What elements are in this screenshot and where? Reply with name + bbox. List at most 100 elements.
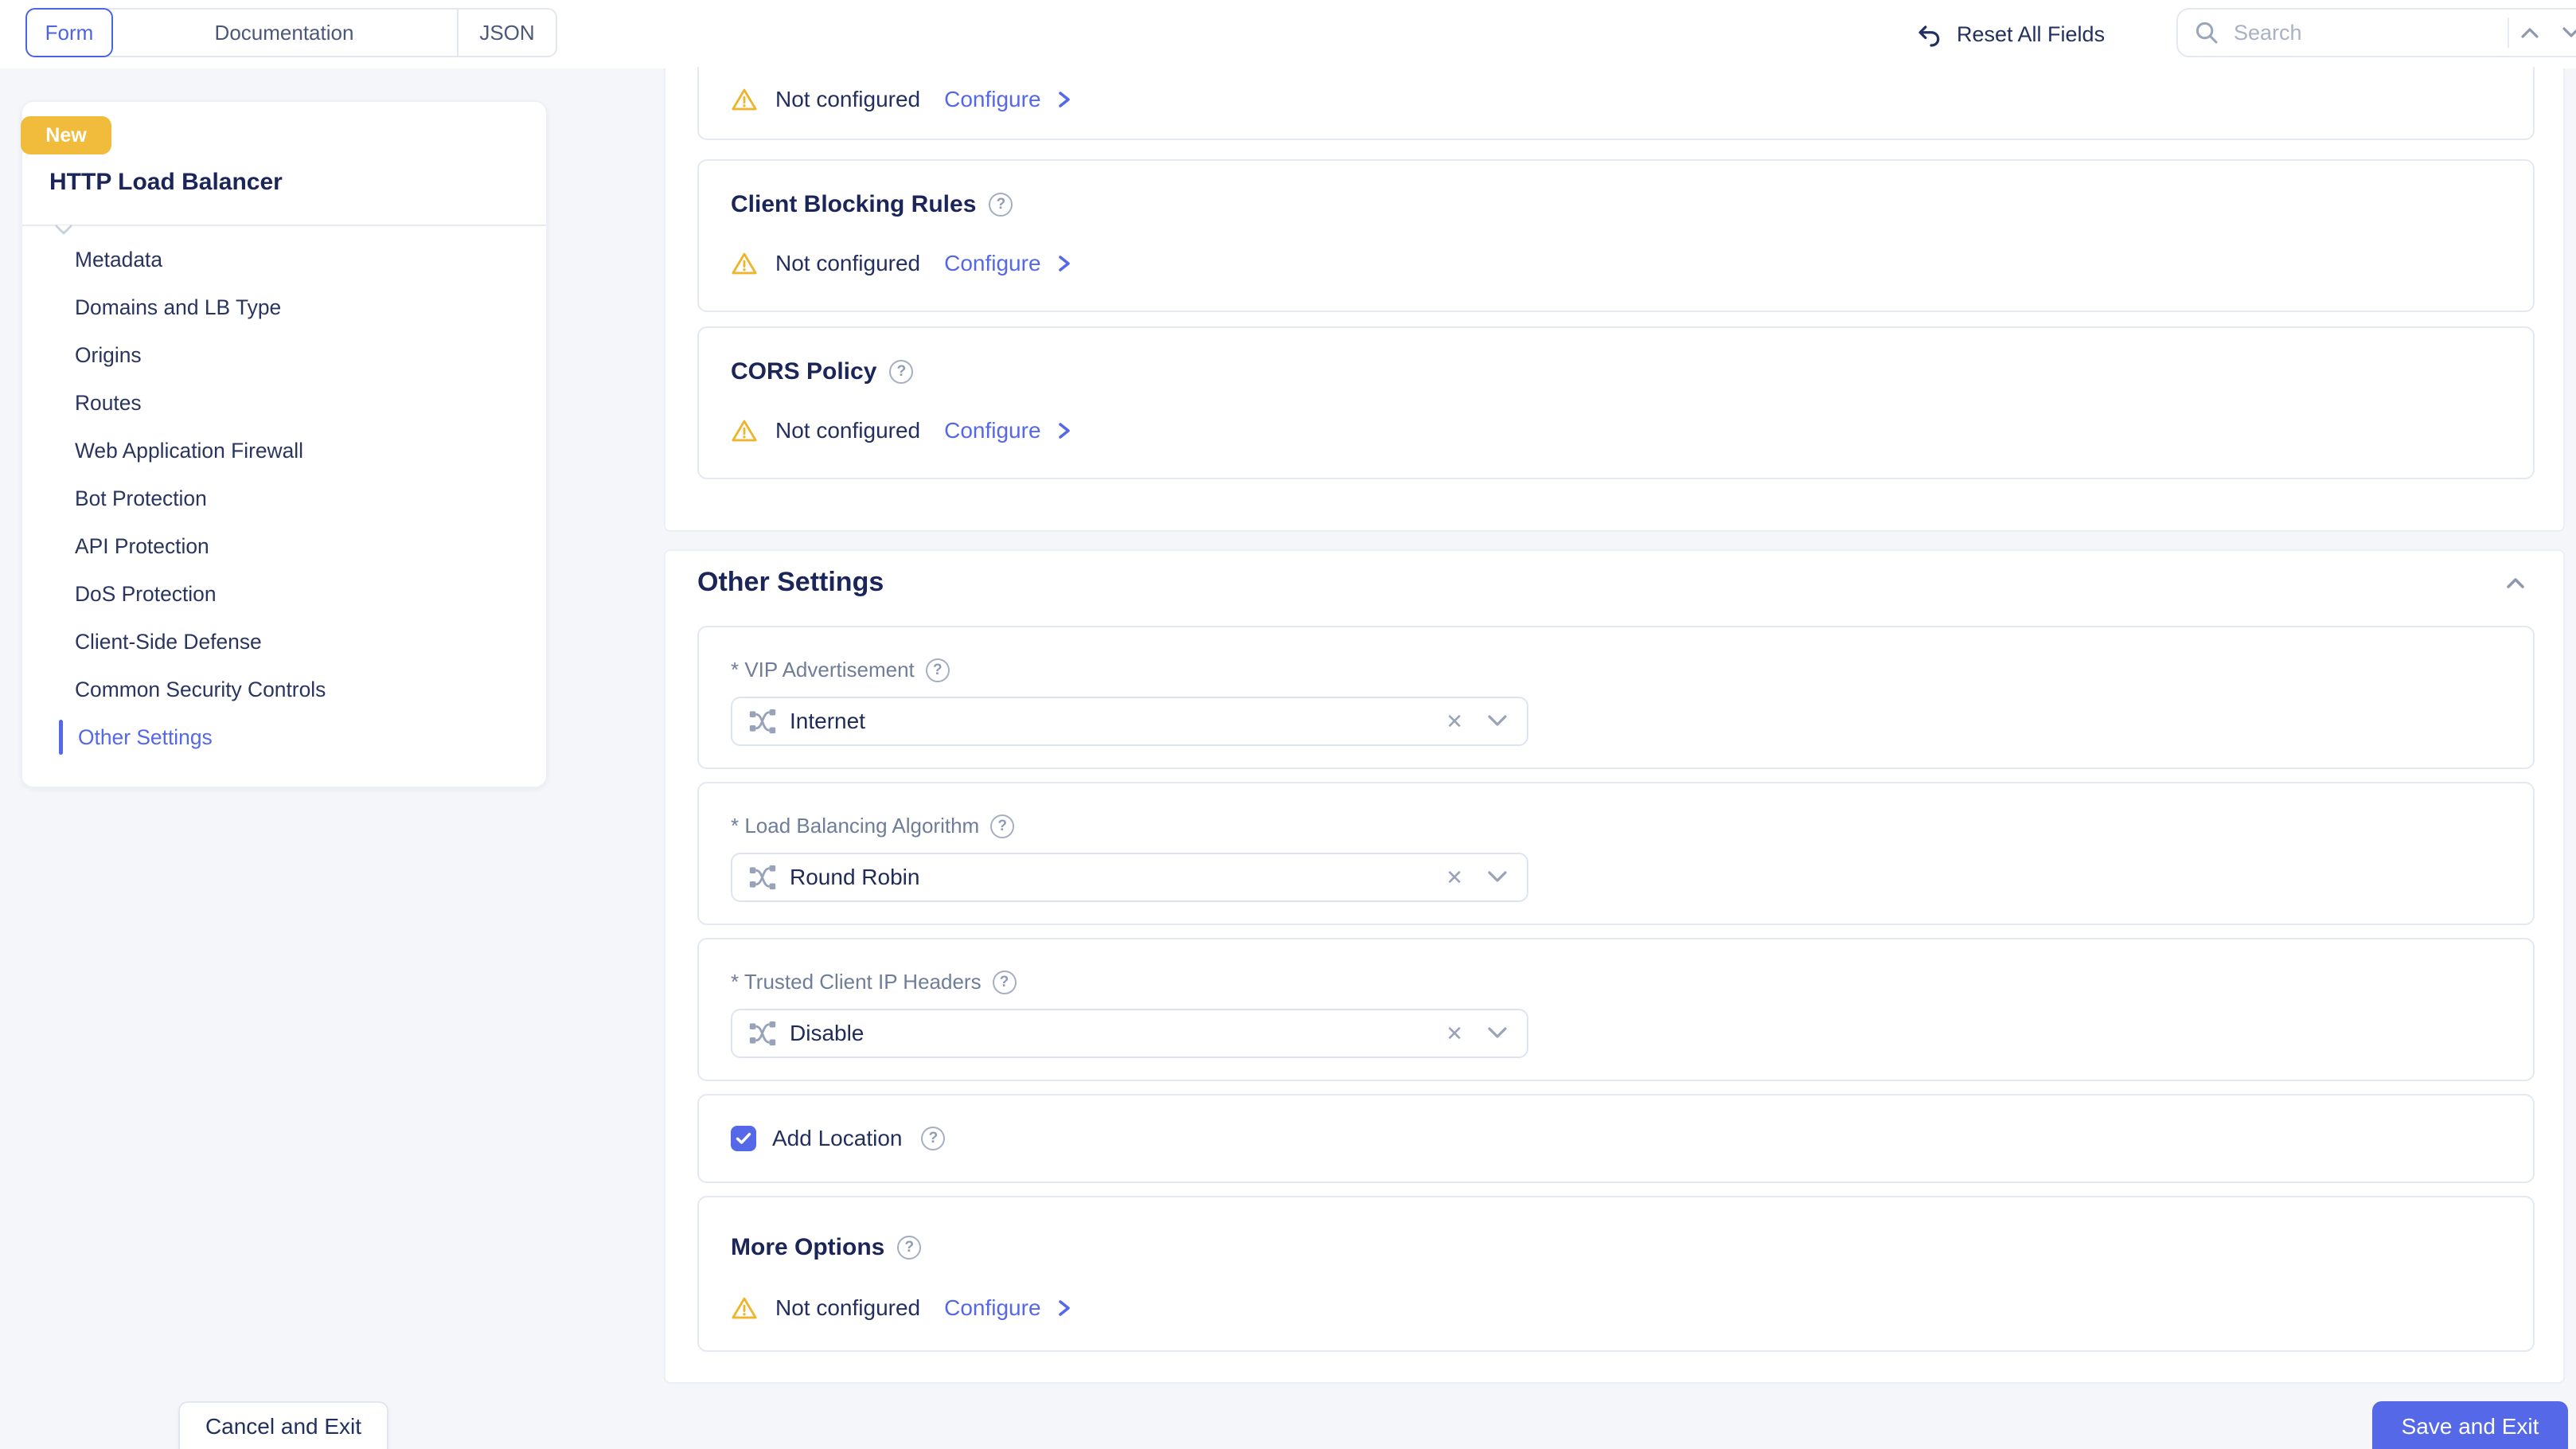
sidebar-title: HTTP Load Balancer bbox=[49, 169, 283, 196]
chevron-down-icon[interactable] bbox=[1487, 1026, 1508, 1041]
vip-advertisement-select[interactable]: Internet ✕ bbox=[731, 697, 1528, 746]
more-options-title: More Options bbox=[731, 1231, 884, 1264]
chevron-down-icon[interactable] bbox=[1487, 714, 1508, 728]
help-icon[interactable]: ? bbox=[897, 1236, 921, 1260]
load-balancing-algorithm-label: * Load Balancing Algorithm bbox=[731, 814, 979, 838]
configure-link[interactable]: Configure bbox=[944, 1295, 1040, 1321]
vip-advertisement-field-card: * VIP Advertisement ? Internet ✕ bbox=[697, 626, 2535, 769]
chevron-right-icon bbox=[1054, 89, 1073, 110]
chevron-up-icon bbox=[2520, 26, 2539, 39]
warning-icon bbox=[731, 86, 758, 113]
help-icon[interactable]: ? bbox=[889, 360, 913, 384]
not-configured-label: Not configured bbox=[775, 418, 920, 443]
trusted-client-ip-headers-value: Disable bbox=[790, 1021, 1446, 1046]
sidebar-item-origins[interactable]: Origins bbox=[22, 331, 546, 379]
chevron-down-icon[interactable] bbox=[1487, 870, 1508, 885]
tab-form[interactable]: Form bbox=[25, 8, 113, 57]
status-row: Not configured Configure bbox=[731, 1295, 2501, 1322]
card-title-row: CORS Policy ? bbox=[731, 355, 2501, 389]
help-icon[interactable]: ? bbox=[993, 971, 1017, 994]
search-input[interactable] bbox=[2231, 19, 2508, 47]
load-balancing-algorithm-select[interactable]: Round Robin ✕ bbox=[731, 853, 1528, 902]
clear-icon[interactable]: ✕ bbox=[1446, 867, 1463, 888]
form-sections-sidebar: New HTTP Load Balancer Metadata Domains … bbox=[21, 100, 548, 788]
security-section-panel: Not configured Configure Client Blocking… bbox=[664, 68, 2565, 532]
reset-icon bbox=[1915, 21, 1942, 48]
warning-icon bbox=[731, 250, 758, 277]
help-icon[interactable]: ? bbox=[921, 1127, 945, 1150]
sidebar-item-common-security-controls[interactable]: Common Security Controls bbox=[22, 666, 546, 713]
warning-icon bbox=[731, 417, 758, 444]
chevron-right-icon bbox=[1054, 1298, 1073, 1318]
help-icon[interactable]: ? bbox=[926, 658, 950, 682]
sidebar-item-bot-protection[interactable]: Bot Protection bbox=[22, 475, 546, 522]
warning-icon bbox=[731, 1295, 758, 1322]
view-mode-tabs: Form Documentation JSON bbox=[25, 8, 557, 57]
search-icon bbox=[2194, 20, 2219, 45]
clear-icon[interactable]: ✕ bbox=[1446, 711, 1463, 732]
help-icon[interactable]: ? bbox=[989, 193, 1013, 217]
status-row: Not configured Configure bbox=[731, 86, 1073, 113]
configure-link[interactable]: Configure bbox=[944, 418, 1040, 443]
load-balancing-algorithm-value: Round Robin bbox=[790, 865, 1446, 890]
reset-all-fields-button[interactable]: Reset All Fields bbox=[1915, 0, 2105, 68]
add-location-checkbox[interactable] bbox=[731, 1126, 756, 1151]
clear-icon[interactable]: ✕ bbox=[1446, 1023, 1463, 1044]
not-configured-label: Not configured bbox=[775, 1295, 920, 1321]
sidebar-item-dos-protection[interactable]: DoS Protection bbox=[22, 570, 546, 618]
sidebar-item-client-side-defense[interactable]: Client-Side Defense bbox=[22, 618, 546, 666]
configure-link[interactable]: Configure bbox=[944, 87, 1040, 112]
cors-policy-card: CORS Policy ? Not configured Configure bbox=[697, 326, 2535, 479]
card-title-row: Client Blocking Rules ? bbox=[731, 188, 2501, 221]
search-next-button[interactable] bbox=[2551, 10, 2576, 56]
cors-policy-title: CORS Policy bbox=[731, 355, 876, 389]
sidebar-item-metadata[interactable]: Metadata bbox=[22, 236, 546, 283]
not-configured-label: Not configured bbox=[775, 251, 920, 276]
shuffle-icon bbox=[748, 707, 777, 736]
tab-documentation[interactable]: Documentation bbox=[111, 10, 457, 56]
sidebar-item-domains-and-lb-type[interactable]: Domains and LB Type bbox=[22, 283, 546, 331]
vip-advertisement-label: * VIP Advertisement bbox=[731, 658, 915, 682]
add-location-label: Add Location bbox=[772, 1126, 902, 1151]
chevron-right-icon bbox=[1054, 420, 1073, 441]
partial-config-card: Not configured Configure bbox=[697, 67, 2535, 140]
toolbar: Form Documentation JSON Reset All Fields bbox=[0, 0, 2576, 68]
tab-json[interactable]: JSON bbox=[457, 10, 556, 56]
configure-link[interactable]: Configure bbox=[944, 251, 1040, 276]
vip-advertisement-value: Internet bbox=[790, 709, 1446, 734]
trusted-client-ip-headers-field-card: * Trusted Client IP Headers ? Disable ✕ bbox=[697, 938, 2535, 1081]
client-blocking-rules-card: Client Blocking Rules ? Not configured C… bbox=[697, 159, 2535, 312]
chevron-up-icon bbox=[2506, 576, 2525, 589]
trusted-client-ip-headers-label: * Trusted Client IP Headers bbox=[731, 970, 982, 994]
collapse-section-button[interactable] bbox=[2506, 576, 2525, 589]
field-label-row: * Load Balancing Algorithm ? bbox=[731, 814, 2501, 838]
search-box bbox=[2176, 8, 2576, 57]
chevron-down-icon bbox=[2562, 26, 2576, 39]
shuffle-icon bbox=[748, 1019, 777, 1048]
other-settings-title: Other Settings bbox=[697, 567, 884, 598]
new-badge: New bbox=[21, 116, 111, 154]
help-icon[interactable]: ? bbox=[990, 814, 1014, 838]
field-label-row: * Trusted Client IP Headers ? bbox=[731, 970, 2501, 994]
client-blocking-rules-title: Client Blocking Rules bbox=[731, 188, 976, 221]
sidebar-item-api-protection[interactable]: API Protection bbox=[22, 522, 546, 570]
card-title-row: More Options ? bbox=[731, 1231, 2501, 1264]
sidebar-divider bbox=[22, 225, 546, 226]
sidebar-item-other-settings[interactable]: Other Settings bbox=[22, 713, 546, 761]
sidebar-nav: Metadata Domains and LB Type Origins Rou… bbox=[22, 236, 546, 761]
other-settings-header: Other Settings bbox=[697, 567, 2525, 598]
load-balancing-algorithm-field-card: * Load Balancing Algorithm ? Round Robin… bbox=[697, 782, 2535, 925]
add-location-card: Add Location ? bbox=[697, 1094, 2535, 1183]
other-settings-panel: Other Settings * VIP Advertisement ? bbox=[664, 549, 2565, 1384]
sidebar-item-routes[interactable]: Routes bbox=[22, 379, 546, 427]
search-prev-button[interactable] bbox=[2509, 10, 2551, 56]
status-row: Not configured Configure bbox=[731, 417, 2501, 444]
section-expanded-caret-icon bbox=[54, 225, 73, 236]
more-options-card: More Options ? Not configured Configure bbox=[697, 1196, 2535, 1352]
status-row: Not configured Configure bbox=[731, 250, 2501, 277]
trusted-client-ip-headers-select[interactable]: Disable ✕ bbox=[731, 1009, 1528, 1058]
sidebar-item-web-application-firewall[interactable]: Web Application Firewall bbox=[22, 427, 546, 475]
cancel-and-exit-button[interactable]: Cancel and Exit bbox=[178, 1401, 388, 1449]
save-and-exit-button[interactable]: Save and Exit bbox=[2372, 1401, 2568, 1449]
chevron-right-icon bbox=[1054, 253, 1073, 274]
